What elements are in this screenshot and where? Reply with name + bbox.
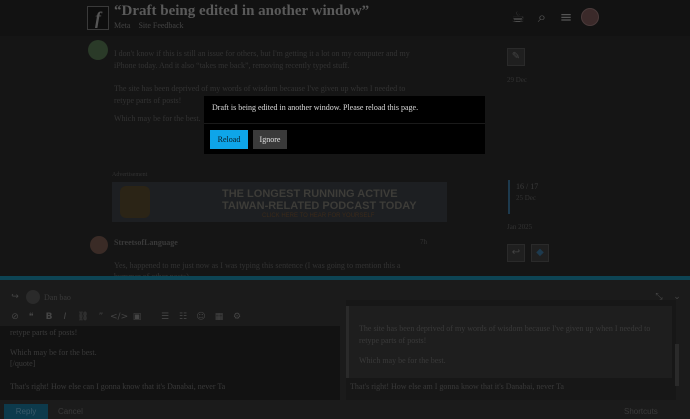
ignore-button[interactable]: Ignore xyxy=(253,130,287,149)
reload-button[interactable]: Reload xyxy=(210,130,248,149)
modal-overlay xyxy=(0,0,690,419)
draft-conflict-dialog: Draft is being edited in another window.… xyxy=(203,95,486,155)
dialog-message: Draft is being edited in another window.… xyxy=(212,103,419,112)
dialog-divider xyxy=(204,123,485,124)
